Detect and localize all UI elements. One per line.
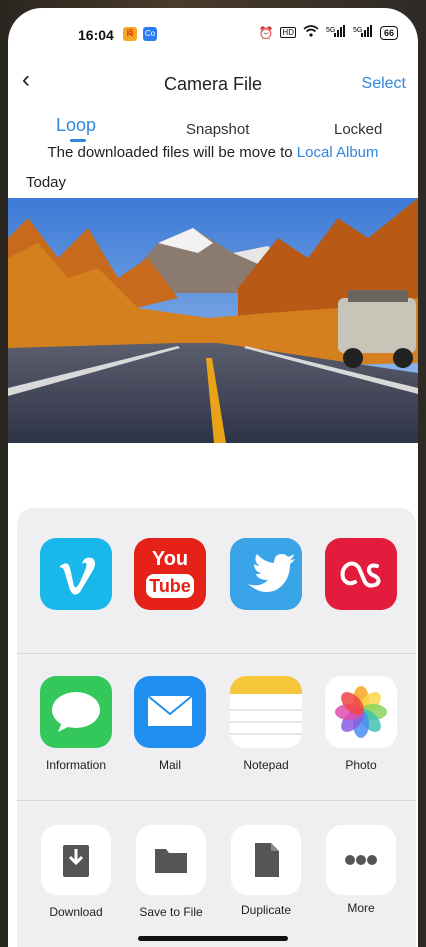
tab-snapshot[interactable]: Snapshot <box>186 121 249 138</box>
messages-icon[interactable] <box>40 676 112 748</box>
download-button[interactable] <box>41 825 111 895</box>
phone-screen: 16:04 阅 Co ⏰ HD 5G 5G 66 ‹ Camera File S… <box>8 8 418 947</box>
tab-active-indicator <box>70 139 86 142</box>
wifi-icon <box>303 25 319 40</box>
signal-icon: 5G <box>326 25 346 40</box>
messages-label: Information <box>45 758 107 772</box>
more-label: More <box>347 901 375 915</box>
vimeo-icon[interactable] <box>40 538 112 610</box>
twitter-icon[interactable] <box>230 538 302 610</box>
share-apps-row-2: Information Mail Notepad Photo <box>17 654 416 800</box>
video-thumbnail[interactable] <box>8 198 418 443</box>
tab-bar: Loop Snapshot Locked <box>8 111 418 143</box>
page-title: Camera File <box>163 74 263 94</box>
more-icon <box>345 855 377 865</box>
save-to-file-button[interactable] <box>136 825 206 895</box>
save-to-file-label: Save to File <box>139 905 203 919</box>
svg-text:5G: 5G <box>353 27 362 34</box>
document-icon <box>255 843 279 877</box>
youtube-icon-text-2: Tube <box>146 574 194 598</box>
youtube-icon-text-1: You <box>151 548 189 570</box>
section-title: Today <box>26 174 67 191</box>
tab-locked[interactable]: Locked <box>334 121 382 138</box>
signal-icon-2: 5G <box>353 25 373 40</box>
youtube-icon[interactable]: You Tube <box>134 538 206 610</box>
nav-bar: ‹ Camera File Select <box>8 56 418 112</box>
local-album-link[interactable]: Local Album <box>297 144 379 161</box>
hd-icon: HD <box>280 27 296 38</box>
alarm-icon: ⏰ <box>258 25 274 40</box>
tab-loop[interactable]: Loop <box>56 115 96 136</box>
battery-icon: 66 <box>379 25 398 40</box>
more-button[interactable] <box>326 825 396 895</box>
notice-text: The downloaded files will be move to <box>47 144 297 161</box>
status-time: 16:04 <box>78 27 114 43</box>
status-bar: 16:04 阅 Co ⏰ HD 5G 5G 66 <box>8 8 418 56</box>
mail-icon[interactable] <box>134 676 206 748</box>
select-button[interactable]: Select <box>362 75 406 93</box>
home-indicator[interactable] <box>138 936 288 941</box>
notes-label: Notepad <box>243 758 289 772</box>
photos-icon[interactable] <box>325 676 397 748</box>
svg-text:5G: 5G <box>326 27 335 34</box>
download-icon <box>63 845 89 877</box>
duplicate-label: Duplicate <box>240 903 292 917</box>
share-sheet: You Tube Information Mail Notepad Photo … <box>17 508 416 947</box>
status-icons: ⏰ HD 5G 5G 66 <box>258 25 398 40</box>
share-actions-row: Download Save to File Duplicate More <box>17 801 416 947</box>
mail-label: Mail <box>158 758 181 772</box>
share-apps-row: You Tube <box>17 508 416 648</box>
duplicate-button[interactable] <box>231 825 301 895</box>
notification-app-icon: 阅 <box>123 27 137 41</box>
download-notice: The downloaded files will be move to Loc… <box>8 144 418 161</box>
notes-icon[interactable] <box>230 676 302 748</box>
download-label: Download <box>49 905 103 919</box>
lastfm-icon[interactable] <box>325 538 397 610</box>
folder-icon <box>155 849 187 873</box>
photos-label: Photo <box>345 758 377 772</box>
notification-app-icon-2: Co <box>143 27 157 41</box>
